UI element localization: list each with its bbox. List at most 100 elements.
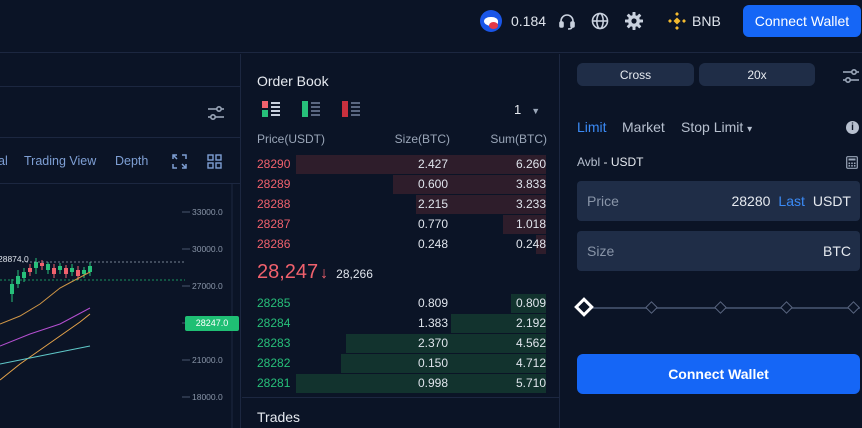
ask-row[interactable]: 28286 0.248 0.248 [242,234,560,254]
ask-price: 28289 [257,177,291,191]
bid-row[interactable]: 28285 0.809 0.809 [242,293,560,313]
gear-icon[interactable] [624,0,644,42]
ask-size: 0.248 [417,237,448,251]
info-icon[interactable]: i [846,121,859,134]
tab-trading-view[interactable]: Trading View [24,154,96,168]
bid-size: 1.383 [417,316,448,330]
order-settings-icon[interactable] [842,68,860,84]
order-type-stop-limit[interactable]: Stop Limit ▾ [681,119,752,135]
ask-row[interactable]: 28287 0.770 1.018 [242,214,560,234]
axis-tick-label: 33000.0 [192,207,223,217]
order-book: Order Book 1 ▼ Price(USDT) Size(BTC) Sum(… [242,54,560,428]
slider-tick-100[interactable] [847,301,860,314]
layout-grid-icon[interactable] [207,154,222,169]
network-name: BNB [692,13,721,29]
order-book-view-toggle [262,101,360,117]
price-chart[interactable]: 33000.030000.027000.024000.021000.018000… [0,184,241,428]
bid-size: 0.998 [417,376,448,390]
candle-body [76,270,80,276]
tab-depth[interactable]: Depth [115,154,148,168]
last-price: 28,247 [257,261,319,283]
book-bids-icon[interactable] [302,101,320,117]
available-balance: Avbl - USDT [577,155,643,169]
slider-thumb[interactable] [574,297,594,317]
bids-list: 28285 0.809 0.809 28284 1.383 2.192 28283 2.370… [242,293,560,393]
candle-body [70,268,74,272]
chart-settings-icon[interactable] [207,105,225,121]
candle-body [82,270,86,274]
ask-row[interactable]: 28290 2.427 6.260 [242,154,560,174]
candle-body [58,266,62,270]
slider-tick-75[interactable] [780,301,793,314]
current-price-tag: 28247.0 [185,316,239,331]
connect-wallet-button[interactable]: Connect Wallet [743,5,861,37]
slider-tick-50[interactable] [714,301,727,314]
arrow-down-icon: ↓ [320,265,329,282]
axis-tick-label: 21000.0 [192,355,223,365]
margin-mode-button[interactable]: Cross [577,63,694,86]
ask-size: 2.215 [417,197,448,211]
trades-section: Trades [242,397,560,428]
order-book-header: Price(USDT) Size(BTC) Sum(BTC) [257,132,547,146]
slider-tick-25[interactable] [645,301,658,314]
ask-price: 28288 [257,197,291,211]
headset-icon[interactable] [557,0,577,42]
token-balance-value: 0.184 [511,13,547,29]
chart-panel: al Trading View Depth 33000.0 30000.0 2700… [0,54,241,428]
bid-row[interactable]: 28281 0.998 5.710 [242,373,560,393]
book-asks-icon[interactable] [342,101,360,117]
high-price-label: 28874.0 [0,254,29,264]
last-price-button[interactable]: Last [778,193,804,209]
bid-size: 2.370 [417,336,448,350]
size-field[interactable]: Size BTC [577,231,860,271]
order-book-title: Order Book [257,73,329,89]
order-type-limit[interactable]: Limit [577,119,607,135]
top-bar: 0.184 BNB Connect Wallet [0,0,862,53]
order-type-market[interactable]: Market [622,119,665,135]
tab-original[interactable]: al [0,154,8,168]
price-field[interactable]: Price 28280 Last USDT [577,181,860,221]
candle-body [28,268,32,272]
axis-tick-label: 30000.0 [192,244,223,254]
chevron-down-icon: ▾ [747,124,753,135]
ask-size: 0.770 [417,217,448,231]
token-balance[interactable]: 0.184 [480,0,546,42]
axis-tick-label: 27000.0 [192,281,223,291]
ask-row[interactable]: 28288 2.215 3.233 [242,194,560,214]
col-sum: Sum(BTC) [490,132,547,146]
avbl-value: - USDT [603,155,644,169]
chart-toolbar [0,86,241,138]
chart-tabs: al Trading View Depth [0,140,241,184]
candle-body [46,264,50,270]
bid-size: 0.150 [417,356,448,370]
ask-row[interactable]: 28289 0.600 3.833 [242,174,560,194]
mark-price: 28,266 [336,267,373,281]
price-input[interactable]: 28280 [731,193,770,209]
ask-price: 28286 [257,237,291,251]
bid-row[interactable]: 28282 0.150 4.712 [242,353,560,373]
token-logo-icon [480,10,502,32]
bid-row[interactable]: 28283 2.370 4.562 [242,333,560,353]
bid-sum: 4.562 [515,336,546,350]
precision-value: 1 [514,102,522,117]
order-form: Cross 20x Limit Market Stop Limit ▾ i Av… [561,54,862,428]
globe-icon[interactable] [591,0,609,42]
candle-body [88,266,92,272]
bid-size: 0.809 [417,296,448,310]
ask-sum: 0.248 [515,237,546,251]
precision-select[interactable]: 1 ▼ [514,102,540,117]
candle-body [52,268,56,274]
book-both-icon[interactable] [262,101,280,117]
calculator-icon[interactable] [846,156,858,169]
fullscreen-icon[interactable] [172,154,187,169]
network-selector[interactable]: BNB [668,0,721,42]
size-slider[interactable] [574,297,860,317]
bid-price: 28285 [257,296,291,310]
bid-row[interactable]: 28284 1.383 2.192 [242,313,560,333]
axis-tick-label: 18000.0 [192,392,223,402]
connect-wallet-submit-button[interactable]: Connect Wallet [577,354,860,394]
bid-price: 28284 [257,316,291,330]
leverage-button[interactable]: 20x [699,63,815,86]
price-unit: USDT [812,193,851,209]
col-price: Price(USDT) [257,132,325,146]
